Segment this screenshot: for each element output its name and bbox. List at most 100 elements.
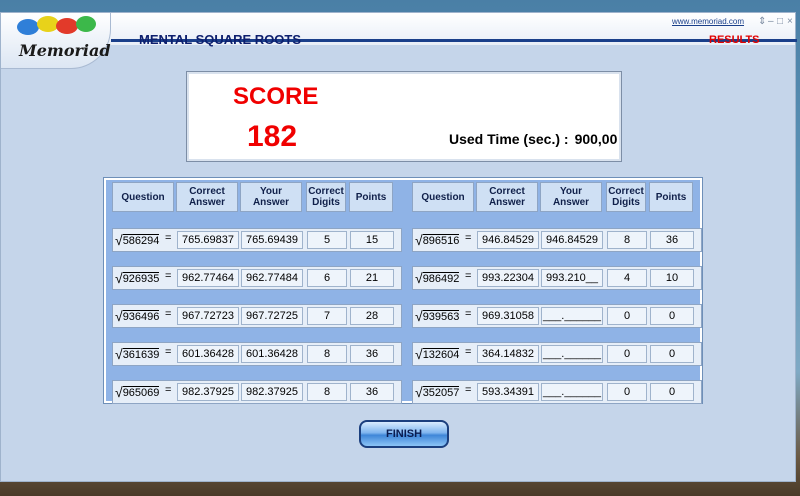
equals-sign: = <box>465 384 472 396</box>
used-time-value: 900,00 <box>574 131 618 147</box>
header-correct-digits: Correct Digits <box>306 182 346 212</box>
correct-answer-cell: 946.84529 <box>477 231 539 249</box>
equals-sign: = <box>165 346 172 358</box>
square-root-icon: √ <box>415 346 423 362</box>
header-points: Points <box>649 182 693 212</box>
restore-icon[interactable]: ⇕ <box>758 16 766 27</box>
correct-answer-cell: 967.72723 <box>177 307 239 325</box>
correct-digits-cell: 8 <box>307 345 347 363</box>
finish-button[interactable]: FINISH <box>359 420 449 448</box>
table-row: √ 896516 = 946.84529 946.84529 8 36 <box>412 228 702 252</box>
correct-answer-cell: 364.14832 <box>477 345 539 363</box>
correct-digits-cell: 6 <box>307 269 347 287</box>
results-label: RESULTS <box>709 34 760 46</box>
correct-answer-cell: 993.22304 <box>477 269 539 287</box>
radicand: 965069 <box>122 385 160 399</box>
square-root-icon: √ <box>415 270 423 286</box>
minimize-icon[interactable]: – <box>768 16 774 27</box>
score-panel: SCORE 182 Used Time (sec.) : 900,00 <box>186 71 622 162</box>
radicand: 926935 <box>122 271 160 285</box>
points-cell: 36 <box>350 345 394 363</box>
points-cell: 28 <box>350 307 394 325</box>
correct-digits-cell: 5 <box>307 231 347 249</box>
square-root-icon: √ <box>115 232 123 248</box>
results-table: Question Correct Answer Your Answer Correct… <box>103 177 703 404</box>
points-cell: 0 <box>650 345 694 363</box>
maximize-icon[interactable]: □ <box>777 16 783 27</box>
equals-sign: = <box>465 346 472 358</box>
equals-sign: = <box>165 270 172 282</box>
logo: Memoriad <box>1 13 111 69</box>
radicand: 986492 <box>422 271 460 285</box>
square-root-icon: √ <box>415 232 423 248</box>
points-cell: 0 <box>650 383 694 401</box>
correct-answer-cell: 593.34391 <box>477 383 539 401</box>
correct-answer-cell: 969.31058 <box>477 307 539 325</box>
question-cell: √ 361639 <box>115 345 160 363</box>
radicand: 936496 <box>122 309 160 323</box>
points-cell: 0 <box>650 307 694 325</box>
your-answer-cell: ___.______ <box>541 345 603 363</box>
score-value: 182 <box>247 120 298 153</box>
correct-answer-cell: 962.77464 <box>177 269 239 287</box>
table-row: √ 936496 = 967.72723 967.72725 7 28 <box>112 304 402 328</box>
table-row: √ 965069 = 982.37925 982.37925 8 36 <box>112 380 402 404</box>
table-row: √ 939563 = 969.31058 ___.______ 0 0 <box>412 304 702 328</box>
correct-digits-cell: 0 <box>607 345 647 363</box>
question-cell: √ 926935 <box>115 269 160 287</box>
header-points: Points <box>349 182 393 212</box>
correct-digits-cell: 0 <box>607 383 647 401</box>
score-label: SCORE <box>233 83 319 110</box>
your-answer-cell: 993.210__ <box>541 269 603 287</box>
radicand: 132604 <box>422 347 460 361</box>
points-cell: 21 <box>350 269 394 287</box>
question-cell: √ 939563 <box>415 307 460 325</box>
correct-answer-cell: 765.69837 <box>177 231 239 249</box>
your-answer-cell: 982.37925 <box>241 383 303 401</box>
header-your-answer: Your Answer <box>240 182 302 212</box>
your-answer-cell: 946.84529 <box>541 231 603 249</box>
header-question: Question <box>412 182 474 212</box>
your-answer-cell: 962.77484 <box>241 269 303 287</box>
table-row: √ 361639 = 601.36428 601.36428 8 36 <box>112 342 402 366</box>
table-row: √ 352057 = 593.34391 ___.______ 0 0 <box>412 380 702 404</box>
table-row: √ 986492 = 993.22304 993.210__ 4 10 <box>412 266 702 290</box>
page-title: MENTAL SQUARE ROOTS <box>139 32 302 47</box>
correct-digits-cell: 0 <box>607 307 647 325</box>
radicand: 361639 <box>122 347 160 361</box>
equals-sign: = <box>165 308 172 320</box>
question-cell: √ 965069 <box>115 383 160 401</box>
correct-digits-cell: 7 <box>307 307 347 325</box>
table-row: √ 926935 = 962.77464 962.77484 6 21 <box>112 266 402 290</box>
square-root-icon: √ <box>115 308 123 324</box>
points-cell: 36 <box>650 231 694 249</box>
question-cell: √ 896516 <box>415 231 460 249</box>
square-root-icon: √ <box>415 308 423 324</box>
radicand: 352057 <box>422 385 460 399</box>
equals-sign: = <box>465 270 472 282</box>
your-answer-cell: ___.______ <box>541 383 603 401</box>
points-cell: 10 <box>650 269 694 287</box>
close-icon[interactable]: × <box>787 16 793 27</box>
website-link[interactable]: www.memoriad.com <box>672 17 744 26</box>
table-row: √ 132604 = 364.14832 ___.______ 0 0 <box>412 342 702 366</box>
square-root-icon: √ <box>415 384 423 400</box>
question-cell: √ 936496 <box>115 307 160 325</box>
correct-digits-cell: 8 <box>307 383 347 401</box>
square-root-icon: √ <box>115 270 123 286</box>
correct-answer-cell: 601.36428 <box>177 345 239 363</box>
your-answer-cell: 765.69439 <box>241 231 303 249</box>
question-cell: √ 986492 <box>415 269 460 287</box>
equals-sign: = <box>165 232 172 244</box>
your-answer-cell: 967.72725 <box>241 307 303 325</box>
square-root-icon: √ <box>115 346 123 362</box>
equals-sign: = <box>165 384 172 396</box>
points-cell: 15 <box>350 231 394 249</box>
square-root-icon: √ <box>115 384 123 400</box>
correct-digits-cell: 4 <box>607 269 647 287</box>
logo-text: Memoriad <box>19 41 111 60</box>
radicand: 939563 <box>422 309 460 323</box>
question-cell: √ 586294 <box>115 231 160 249</box>
correct-digits-cell: 8 <box>607 231 647 249</box>
equals-sign: = <box>465 308 472 320</box>
